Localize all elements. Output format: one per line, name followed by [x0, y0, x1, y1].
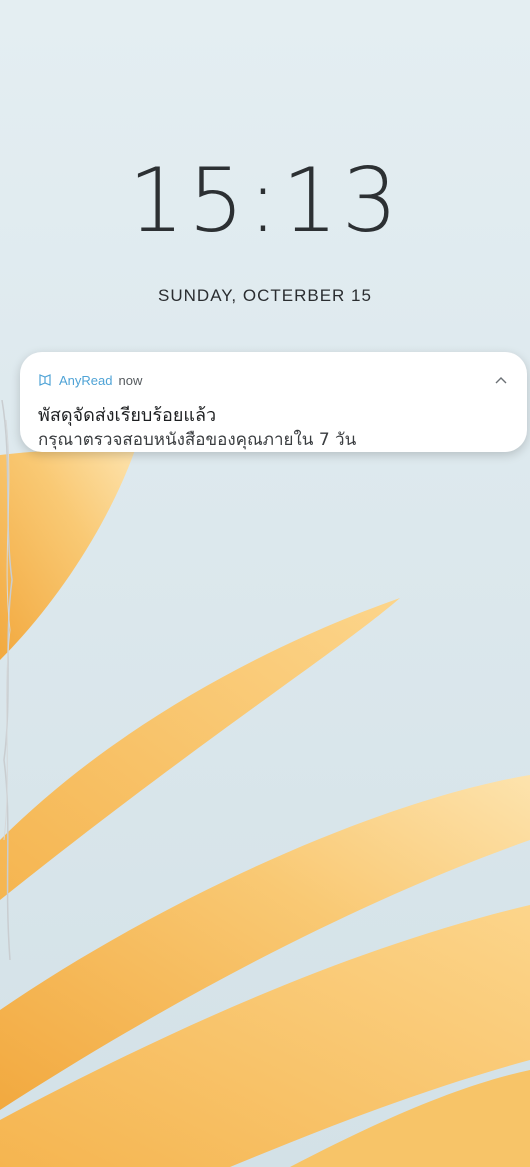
notification-header: AnyRead now — [38, 370, 142, 390]
chevron-up-icon[interactable] — [489, 368, 513, 392]
notification-card[interactable]: AnyRead now พัสดุจัดส่งเรียบร้อยแล้ว กรุ… — [20, 352, 527, 452]
notification-time: now — [118, 372, 143, 388]
lock-screen: 15:13 SUNDAY, OCTERBER 15 AnyRead now พั… — [0, 0, 530, 1167]
notification-title: พัสดุจัดส่งเรียบร้อยแล้ว — [38, 405, 217, 426]
book-icon — [38, 373, 52, 387]
sketch-edge-decoration — [1, 400, 13, 960]
lockscreen-clock: 15:13 — [128, 149, 402, 252]
notification-app-name: AnyRead — [59, 372, 113, 388]
lockscreen-date: SUNDAY, OCTERBER 15 — [158, 286, 372, 305]
notification-body: กรุณาตรวจสอบหนังสือของคุณภายใน 7 วัน — [38, 430, 357, 450]
